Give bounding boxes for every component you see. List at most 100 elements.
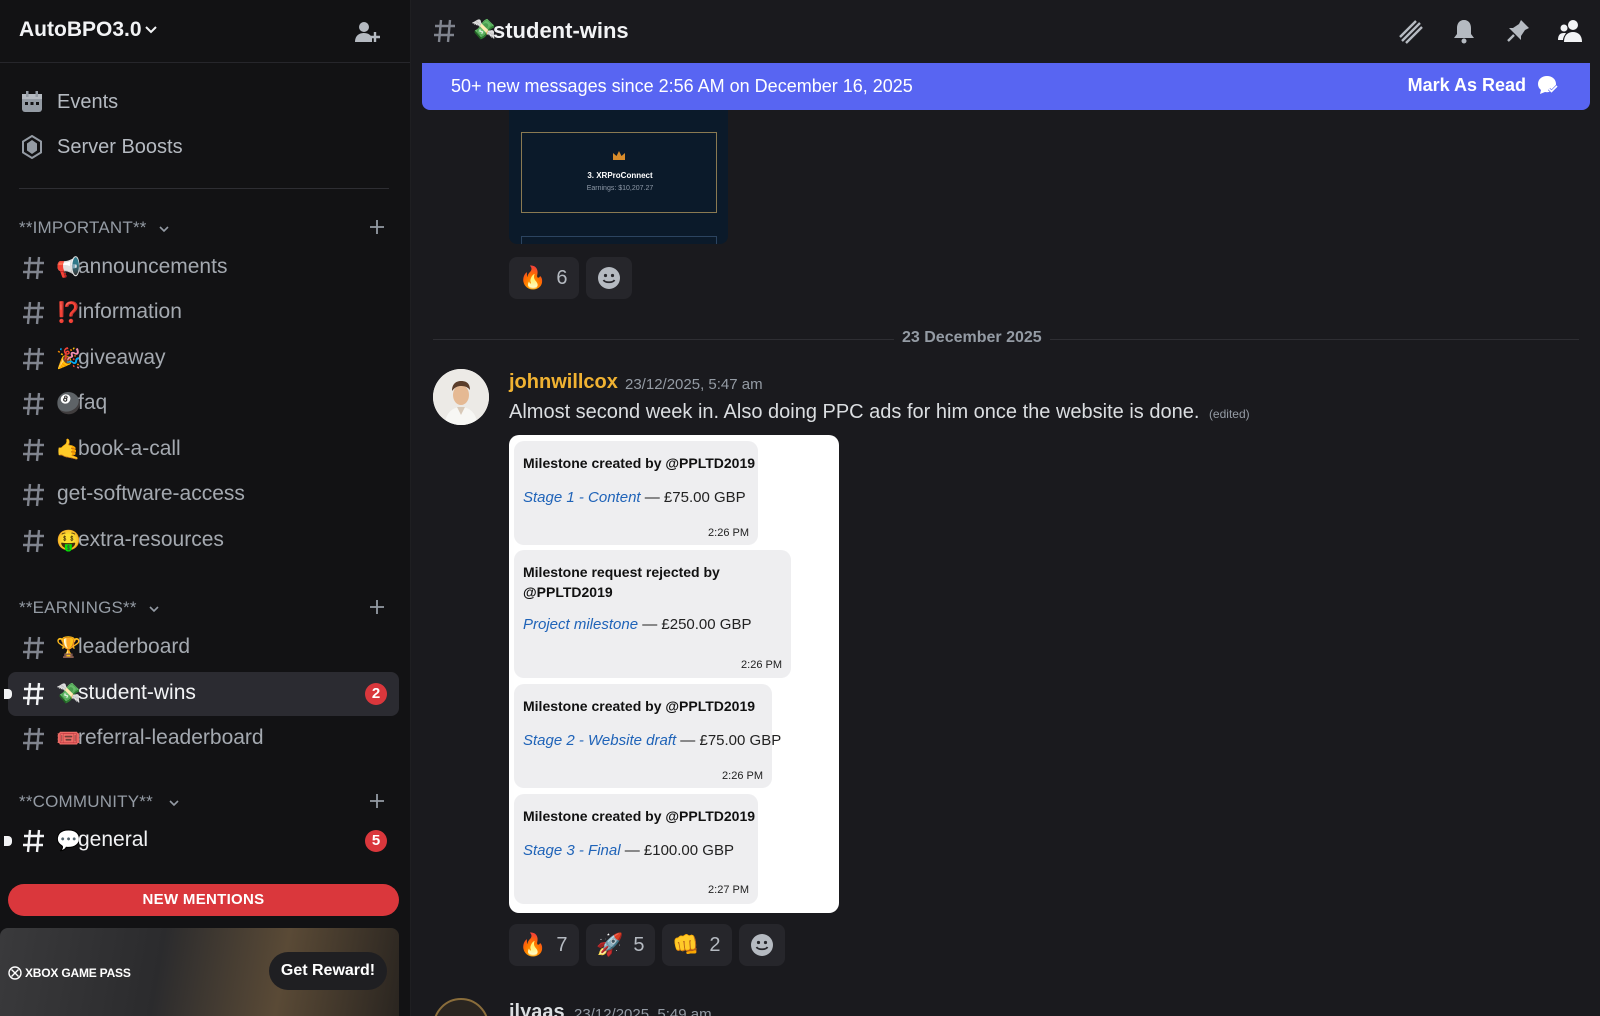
milestone-link: Stage 3 - Final xyxy=(523,842,621,859)
promo-banner[interactable]: XBOX GAME PASS Get Reward! xyxy=(0,928,399,1016)
hash-icon xyxy=(23,682,44,706)
add-channel-icon[interactable] xyxy=(367,217,387,237)
reaction-count: 5 xyxy=(633,933,645,956)
add-reaction-button[interactable] xyxy=(739,924,785,966)
mark-as-read-button[interactable]: Mark As Read xyxy=(1408,74,1558,96)
server-name[interactable]: AutoBPO3.0 xyxy=(19,18,142,42)
reaction-fire[interactable]: 🔥 6 xyxy=(509,257,579,299)
milestone-card: Milestone request rejected by @PPLTD2019… xyxy=(514,550,791,678)
threads-icon[interactable] xyxy=(1396,17,1424,45)
xbox-game-pass-logo: XBOX GAME PASS xyxy=(8,966,131,980)
hash-icon xyxy=(434,19,455,43)
category-important[interactable]: **IMPORTANT** xyxy=(19,216,391,240)
milestone-link: Stage 1 - Content xyxy=(523,489,641,506)
sidebar-divider xyxy=(19,188,389,189)
chevron-down-icon xyxy=(149,606,159,613)
reaction-count: 2 xyxy=(709,933,721,956)
channel-leaderboard[interactable]: 🏆 leaderboard xyxy=(8,626,399,670)
channel-giveaway[interactable]: 🎉 giveaway xyxy=(8,337,399,381)
milestone-detail: Stage 1 - Content — £75.00 GBP xyxy=(523,489,746,506)
get-reward-button[interactable]: Get Reward! xyxy=(269,952,387,990)
invite-member-icon[interactable] xyxy=(353,18,381,46)
category-community[interactable]: **COMMUNITY** xyxy=(19,790,391,814)
category-label: **EARNINGS** xyxy=(19,598,137,617)
smiley-icon xyxy=(598,267,620,289)
reaction-count: 6 xyxy=(556,266,568,289)
new-messages-banner[interactable]: 50+ new messages since 2:56 AM on Decemb… xyxy=(422,63,1590,110)
mention-badge: 2 xyxy=(365,683,387,705)
milestone-title: Milestone request rejected by @PPLTD2019 xyxy=(523,564,720,600)
message-author[interactable]: johnwillcox xyxy=(509,371,618,394)
hash-icon xyxy=(23,829,44,853)
hash-icon xyxy=(23,727,44,751)
chevron-down-icon[interactable] xyxy=(144,22,158,36)
message-content: Almost second week in. Also doing PPC ad… xyxy=(509,401,1250,424)
channel-label: book-a-call xyxy=(78,437,181,460)
milestone-time: 2:26 PM xyxy=(708,527,749,539)
new-mentions-button[interactable]: NEW MENTIONS xyxy=(8,884,399,916)
milestone-card: Milestone created by @PPLTD2019 Stage 3 … xyxy=(514,794,758,904)
milestone-detail: Stage 2 - Website draft — £75.00 GBP xyxy=(523,732,781,749)
add-channel-icon[interactable] xyxy=(367,597,387,617)
channel-label: information xyxy=(78,300,182,323)
leaderboard-card: 3. XRProConnect Earnings: $10,207.27 xyxy=(521,132,717,213)
server-header[interactable]: AutoBPO3.0 xyxy=(0,0,410,63)
avatar[interactable] xyxy=(433,998,489,1016)
chat-main: 💸 student-wins 50+ new messages since 2:… xyxy=(411,0,1600,1016)
chat-check-icon xyxy=(1538,76,1558,94)
milestone-time: 2:26 PM xyxy=(722,770,763,782)
new-messages-text: 50+ new messages since 2:56 AM on Decemb… xyxy=(451,76,913,96)
message-author[interactable]: ilyaas xyxy=(509,1001,565,1016)
add-reaction-button[interactable] xyxy=(586,257,632,299)
chevron-down-icon xyxy=(159,226,169,233)
add-channel-icon[interactable] xyxy=(367,791,387,811)
channel-announcements[interactable]: 📢 announcements xyxy=(8,246,399,290)
milestone-card: Milestone created by @PPLTD2019 Stage 1 … xyxy=(514,441,758,545)
channel-book-a-call[interactable]: 🤙 book-a-call xyxy=(8,428,399,472)
channel-label: referral-leaderboard xyxy=(78,726,264,749)
channel-information[interactable]: ⁉️ information xyxy=(8,291,399,335)
sidebar-server-boosts[interactable]: Server Boosts xyxy=(20,127,380,167)
channel-label: faq xyxy=(78,391,108,414)
reaction-rocket[interactable]: 🚀 5 xyxy=(586,924,655,966)
member-list-icon[interactable] xyxy=(1557,17,1585,45)
channel-label: student-wins xyxy=(78,681,196,704)
channel-label: general xyxy=(78,828,149,851)
crown-icon xyxy=(613,151,625,160)
reaction-punch[interactable]: 👊 2 xyxy=(662,924,732,966)
channel-header: 💸 student-wins xyxy=(411,0,1600,63)
channel-referral-leaderboard[interactable]: 🎟️ referral-leaderboard xyxy=(8,717,399,761)
milestone-amount: — £75.00 GBP xyxy=(640,489,746,506)
reaction-fire[interactable]: 🔥 7 xyxy=(509,924,579,966)
events-label: Events xyxy=(57,90,119,113)
unread-indicator xyxy=(4,689,12,699)
channel-general[interactable]: 💬 general 5 xyxy=(4,819,399,863)
message-text: Almost second week in. Also doing PPC ad… xyxy=(509,401,1200,423)
promo-brand-label: XBOX GAME PASS xyxy=(25,966,131,980)
avatar[interactable] xyxy=(433,369,489,425)
reaction-emoji: 🔥 xyxy=(519,932,547,958)
leaderboard-image[interactable]: 3. XRProConnect Earnings: $10,207.27 xyxy=(509,110,728,244)
sidebar-events[interactable]: Events xyxy=(20,82,380,122)
message-attachment-image[interactable]: Milestone created by @PPLTD2019 Stage 1 … xyxy=(509,435,839,913)
channel-extra-resources[interactable]: 🤑 extra-resources xyxy=(8,519,399,563)
hash-icon xyxy=(23,636,44,660)
milestone-amount: — £100.00 GBP xyxy=(620,842,734,859)
hash-icon xyxy=(23,392,44,416)
reaction-emoji: 👊 xyxy=(672,932,700,958)
reaction-count: 7 xyxy=(556,933,568,956)
bell-icon[interactable] xyxy=(1450,17,1478,45)
channel-get-software-access[interactable]: get-software-access xyxy=(8,473,399,517)
leaderboard-next-card xyxy=(521,236,717,244)
server-sidebar: AutoBPO3.0 Events Server Boosts **IMPORT… xyxy=(0,0,411,1016)
channel-label: get-software-access xyxy=(57,482,245,505)
milestone-link: Project milestone xyxy=(523,616,639,633)
channel-faq[interactable]: 🎱 faq xyxy=(8,382,399,426)
channel-student-wins[interactable]: 💸 student-wins 2 xyxy=(4,672,399,716)
category-earnings[interactable]: **EARNINGS** xyxy=(19,596,391,620)
message-timestamp: 23/12/2025, 5:47 am xyxy=(625,376,763,393)
pin-icon[interactable] xyxy=(1504,17,1532,45)
milestone-time: 2:26 PM xyxy=(741,659,782,671)
milestone-amount: — £250.00 GBP xyxy=(638,616,752,633)
milestone-link: Stage 2 - Website draft xyxy=(523,732,677,749)
